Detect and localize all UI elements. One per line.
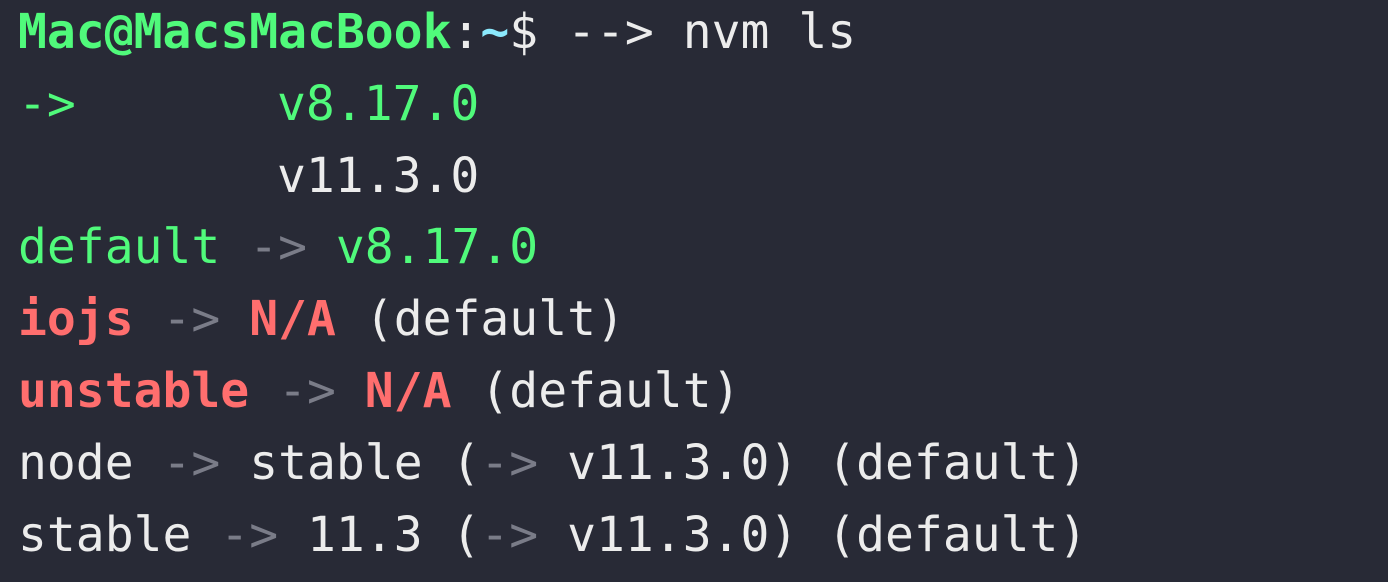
alias-suffix: (default): [480, 363, 741, 419]
alias-name: unstable: [18, 363, 250, 419]
command-text: nvm ls: [682, 4, 857, 60]
alias-node: node -> stable (-> v11.3.0) (default): [18, 427, 1087, 499]
alias-close-paren: ): [769, 435, 799, 491]
alias-target: N/A: [249, 291, 336, 347]
prompt-arrow: -->: [567, 4, 654, 60]
alias-name: stable: [18, 507, 192, 563]
alias-arrow: ->: [278, 363, 336, 419]
alias-resolved-arrow: ->: [480, 507, 539, 563]
alias-suffix: (default): [827, 507, 1088, 563]
alias-default: default -> v8.17.0: [18, 211, 538, 283]
alias-open-paren: (: [451, 507, 481, 563]
prompt-user-host: Mac@MacsMacBook: [18, 4, 452, 60]
terminal-window[interactable]: Mac@MacsMacBook:~$ --> nvm ls -> v8.17.0 …: [0, 0, 1388, 582]
installed-version-text: v8.17.0: [277, 76, 480, 132]
alias-arrow: ->: [249, 219, 307, 275]
alias-resolved-version: v11.3.0: [567, 435, 770, 491]
alias-target: 11.3: [307, 507, 423, 563]
installed-version-text: v11.3.0: [277, 148, 480, 204]
alias-name: iojs: [18, 291, 134, 347]
alias-suffix: (default): [364, 291, 625, 347]
alias-name: default: [18, 219, 221, 275]
alias-arrow: ->: [220, 507, 279, 563]
prompt-symbol: $: [509, 4, 539, 60]
alias-suffix: (default): [827, 435, 1088, 491]
prompt-separator: :: [451, 4, 481, 60]
alias-target: v8.17.0: [335, 219, 539, 275]
alias-stable: stable -> 11.3 (-> v11.3.0) (default): [18, 499, 1087, 571]
alias-resolved-arrow: ->: [480, 435, 539, 491]
prompt-line: Mac@MacsMacBook:~$ --> nvm ls: [18, 0, 856, 68]
alias-close-paren: ): [769, 507, 799, 563]
alias-target: stable: [249, 435, 423, 491]
alias-unstable: unstable -> N/A (default): [18, 355, 741, 427]
alias-target: N/A: [364, 363, 452, 419]
current-version-marker: ->: [18, 76, 76, 132]
alias-arrow: ->: [162, 435, 221, 491]
alias-resolved-version: v11.3.0: [567, 507, 770, 563]
prompt-path: ~: [480, 4, 510, 60]
alias-open-paren: (: [451, 435, 481, 491]
installed-version-current: -> v8.17.0: [18, 68, 479, 140]
alias-name: node: [18, 435, 134, 491]
alias-arrow: ->: [162, 291, 221, 347]
alias-iojs: iojs -> N/A (default): [18, 283, 625, 355]
